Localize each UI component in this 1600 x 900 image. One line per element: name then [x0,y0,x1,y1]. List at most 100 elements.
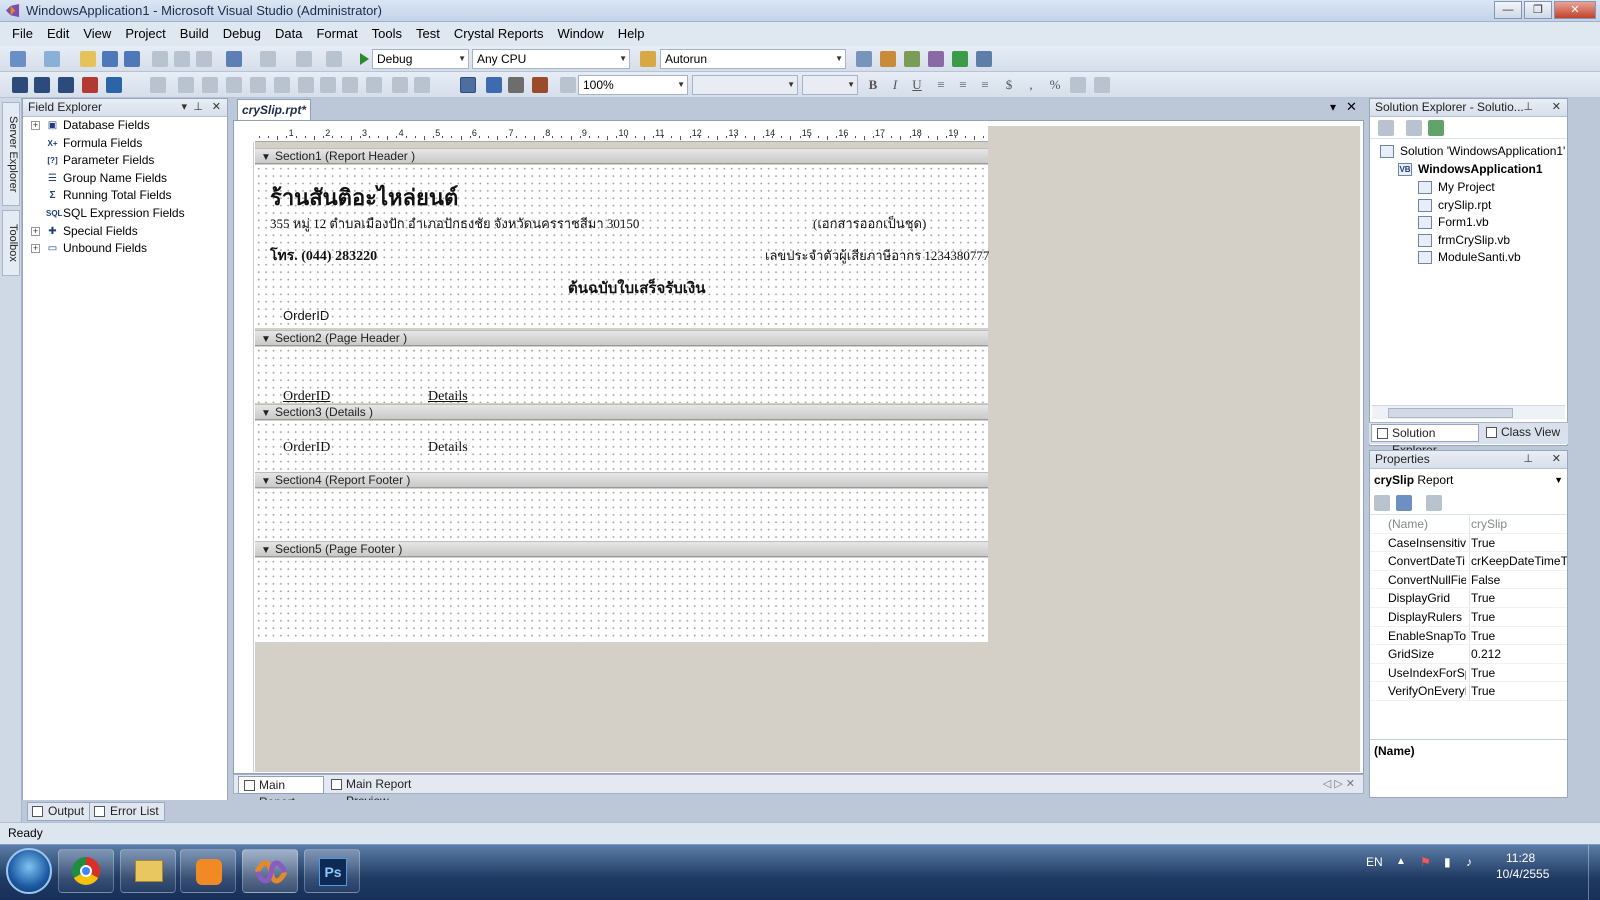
menu-window[interactable]: Window [550,22,610,46]
zoom-select[interactable]: 100% ▼ [578,75,688,95]
tax-id-text[interactable]: เลขประจำตัวผู้เสียภาษีอากร 1234380777 [765,245,989,266]
start-debugging-icon[interactable] [356,51,372,67]
solution-item[interactable]: crySlip.rpt [1418,197,1491,215]
solution-explorer-tab[interactable]: Solution Explorer [1371,424,1479,457]
clock-date[interactable]: 10/4/2555 [1496,867,1549,881]
find-icon[interactable] [856,51,872,67]
formula-workshop-icon[interactable] [532,77,548,93]
section-header-details[interactable]: ▼ Section3 (Details ) [255,404,988,420]
object-browser-icon[interactable] [952,51,968,67]
collapse-triangle-icon[interactable]: ▼ [261,332,271,347]
menu-test[interactable]: Test [409,22,447,46]
refresh-icon[interactable] [274,77,290,93]
main-report-tab[interactable]: Main Report [238,776,324,809]
property-row[interactable]: DisplayRulers True [1370,608,1567,627]
field-tree-item[interactable]: + ▣ Database Fields [23,117,227,135]
menu-help[interactable]: Help [611,22,652,46]
restore-button[interactable]: ❐ [1524,1,1552,19]
collapse-triangle-icon[interactable]: ▼ [261,150,271,165]
field-explorer-icon[interactable] [460,77,476,93]
property-value[interactable]: True [1469,533,1567,552]
document-note-text[interactable]: (เอกสารออกเป็นชุด) [813,213,926,234]
project-node[interactable]: VB WindowsApplication1 [1398,161,1543,179]
menu-view[interactable]: View [76,22,118,46]
shop-name-text[interactable]: ร้านสันติอะไหล่ยนต์ [270,180,458,215]
navigate-forward-icon[interactable] [326,51,342,67]
increase-decimal-icon[interactable] [1070,77,1086,93]
horizontal-scrollbar[interactable] [1372,405,1565,419]
minimize-button[interactable]: — [1494,1,1522,19]
toolbox-icon[interactable] [928,51,944,67]
property-row[interactable]: UseIndexForSp True [1370,663,1567,683]
underline-button[interactable]: U [908,76,926,94]
insert-subreport-icon[interactable] [58,77,74,93]
error-list-tab[interactable]: Error List [89,802,165,821]
refresh-icon[interactable] [1428,120,1444,136]
solution-configuration-select[interactable]: Debug ▼ [372,49,469,69]
solution-item[interactable]: My Project [1418,179,1495,197]
cut-icon[interactable] [152,51,168,67]
section-header-page-header[interactable]: ▼ Section2 (Page Header ) [255,330,988,346]
menu-tools[interactable]: Tools [365,22,409,46]
network-icon[interactable]: ▮ [1444,855,1451,869]
server-explorer-tab[interactable]: Server Explorer [2,102,20,206]
undo-icon[interactable] [226,51,242,67]
show-desktop-button[interactable] [1588,845,1600,900]
solution-item[interactable]: ModuleSanti.vb [1418,249,1521,267]
clock-time[interactable]: 11:28 [1506,851,1535,865]
class-view-tab[interactable]: Class View [1481,424,1561,442]
alphabetical-icon[interactable] [1396,495,1412,511]
visual-studio-taskbar-button[interactable] [242,849,298,893]
property-value[interactable]: crySlip [1469,515,1567,533]
property-row[interactable]: ConvertNullFie False [1370,570,1567,590]
bring-front-icon[interactable] [366,77,382,93]
property-value[interactable]: True [1469,682,1567,701]
thousands-button[interactable]: , [1022,76,1040,94]
document-tab[interactable]: crySlip.rpt* [237,99,311,120]
page-header-orderid-label[interactable]: OrderID [283,389,330,405]
field-tree-item[interactable]: Σ Running Total Fields [23,187,227,205]
document-title-text[interactable]: ต้นฉบับใบเสร็จรับเงิน [568,276,706,300]
properties-icon[interactable] [1378,120,1394,136]
menu-build[interactable]: Build [173,22,216,46]
details-orderid-field[interactable]: OrderID [283,440,330,456]
menu-crystal-reports[interactable]: Crystal Reports [447,22,551,46]
italic-button[interactable]: I [886,76,904,94]
print-preview-icon[interactable] [560,77,576,93]
menu-project[interactable]: Project [118,22,172,46]
order-id-field[interactable]: OrderID [283,308,329,323]
properties-icon[interactable] [904,51,920,67]
align-right-button[interactable]: ≡ [976,76,994,94]
property-row[interactable]: GridSize 0.212 [1370,645,1567,664]
output-tab[interactable]: Output [27,802,91,821]
property-value[interactable]: crKeepDateTimeTy [1469,552,1567,570]
property-pages-icon[interactable] [1426,495,1442,511]
find-combo[interactable]: Autorun ▼ [660,49,846,69]
property-row[interactable]: (Name) crySlip [1370,515,1567,534]
solution-item[interactable]: Form1.vb [1418,214,1489,232]
details-details-field[interactable]: Details [428,440,468,456]
font-name-select[interactable]: ▼ [692,75,798,95]
section-header-report-header[interactable]: ▼ Section1 (Report Header ) [255,148,988,164]
property-value[interactable]: True [1469,626,1567,645]
insert-chart-icon[interactable] [82,77,98,93]
close-button[interactable]: ✕ [1554,1,1596,19]
page-header-details-label[interactable]: Details [428,389,468,405]
select-expert-icon[interactable] [508,77,524,93]
insert-crosstab-icon[interactable] [106,77,122,93]
lock-icon[interactable] [226,77,242,93]
toolbox-tab[interactable]: Toolbox [2,210,20,276]
new-project-icon[interactable] [10,51,26,67]
start-button[interactable] [6,848,52,894]
panel-menu-icon[interactable]: ▾ [181,99,187,116]
property-row[interactable]: EnableSnapTo True [1370,626,1567,646]
arrange-icon[interactable] [414,77,430,93]
size-icon[interactable] [342,77,358,93]
collapse-triangle-icon[interactable]: ▼ [261,543,271,558]
percent-button[interactable]: % [1046,76,1064,94]
save-icon[interactable] [102,51,118,67]
open-file-icon[interactable] [80,51,96,67]
property-value[interactable]: 0.212 [1469,645,1567,663]
property-value[interactable]: False [1469,570,1567,589]
property-row[interactable]: VerifyOnEveryF True [1370,682,1567,701]
